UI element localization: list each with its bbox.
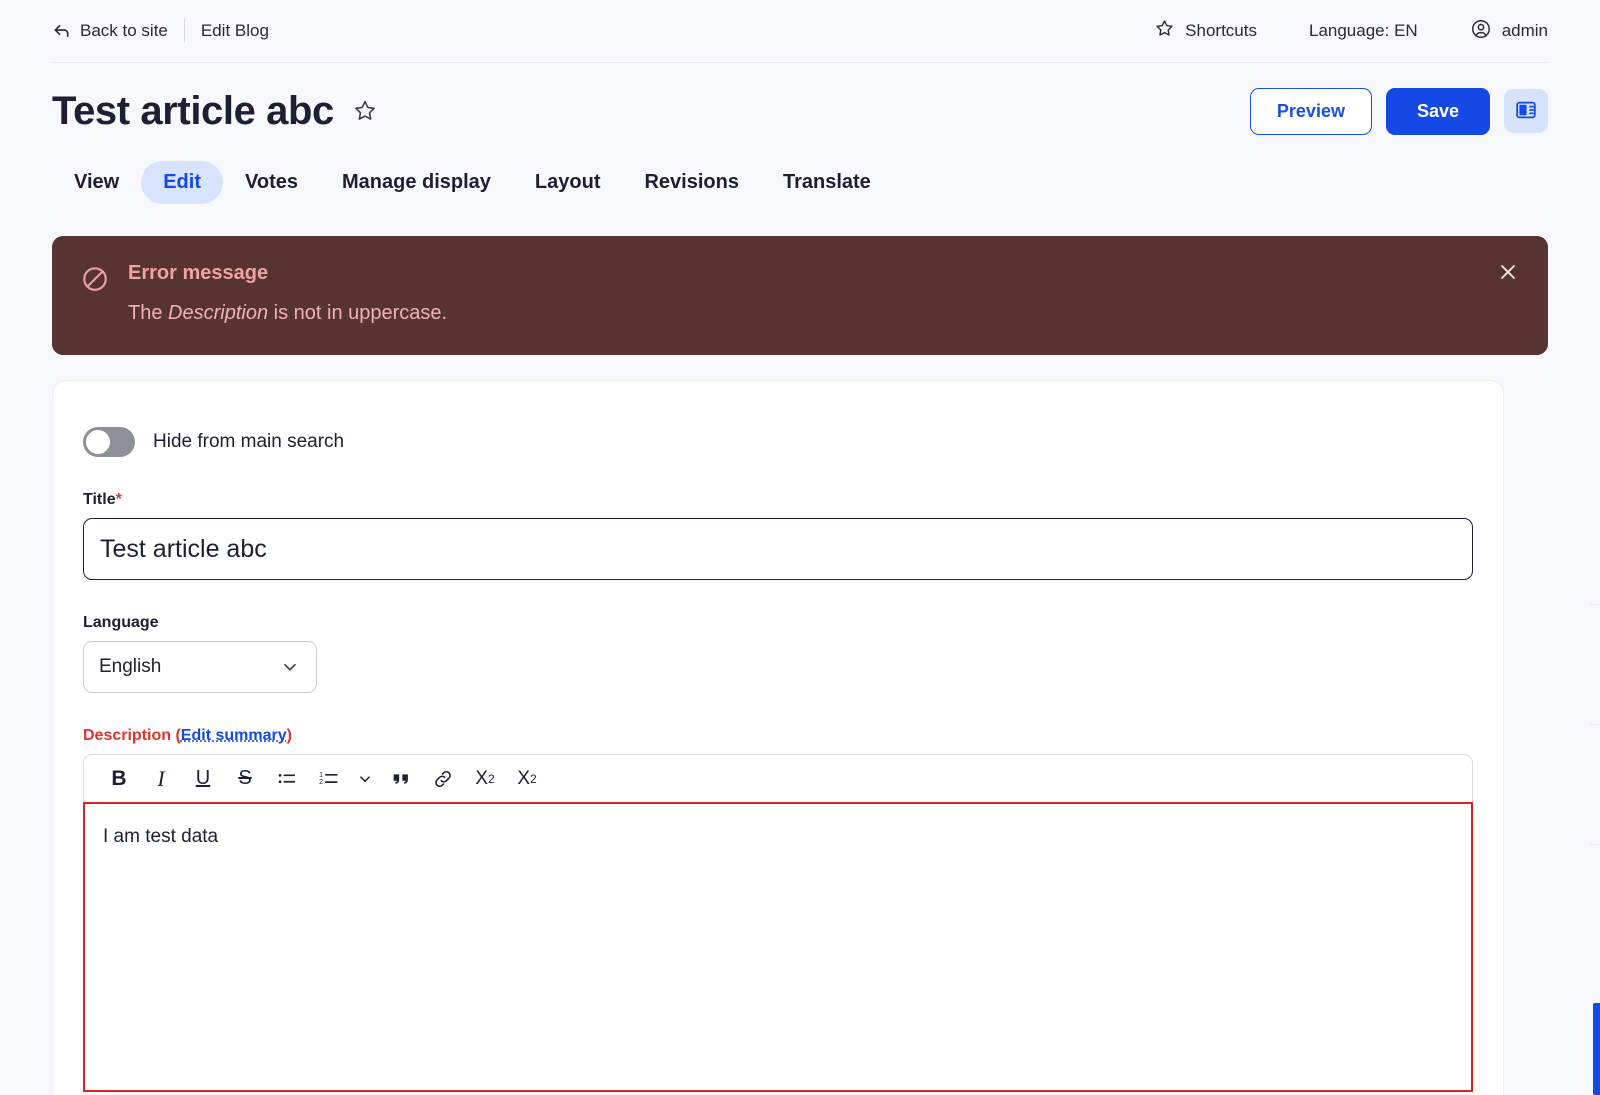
error-text-after: is not in uppercase. (268, 302, 448, 324)
language-selector[interactable]: Language: EN (1279, 21, 1448, 41)
sliver-divider (1590, 604, 1600, 605)
edit-form-card: Hide from main search Title* Language En… (52, 380, 1504, 1095)
tab-revisions[interactable]: Revisions (622, 161, 760, 204)
hide-from-search-row: Hide from main search (83, 427, 1473, 457)
error-title: Error message (128, 262, 269, 284)
title-input[interactable] (83, 518, 1473, 580)
shortcuts-button[interactable]: Shortcuts (1132, 18, 1279, 44)
close-icon (1496, 260, 1520, 289)
svg-text:1: 1 (319, 771, 323, 778)
editor-toolbar: B I U S 1 2 X 2 X 2 (83, 754, 1473, 802)
top-bar-left: Back to site Edit Blog (52, 19, 269, 43)
bulleted-list-icon[interactable] (266, 760, 308, 798)
sliver-divider (1590, 844, 1600, 845)
favorite-star-icon[interactable] (352, 98, 378, 124)
bold-icon[interactable]: B (98, 760, 140, 798)
description-close-paren: ) (286, 727, 292, 744)
title-field: Title* (83, 491, 1473, 580)
tab-view[interactable]: View (52, 161, 141, 204)
user-circle-icon (1470, 18, 1492, 45)
language-field: Language English (83, 614, 1473, 693)
svg-text:2: 2 (319, 779, 323, 786)
page-title: Test article abc (52, 88, 334, 133)
rich-text-editor: B I U S 1 2 X 2 X 2 I am test data (83, 754, 1473, 1092)
error-body: Error message The Description is not in … (128, 262, 447, 325)
title-field-label: Title* (83, 491, 1473, 509)
language-select-wrapper: English (83, 641, 317, 693)
edit-summary-link[interactable]: Edit summary (181, 727, 287, 744)
error-text-emphasis: Description (168, 302, 269, 324)
back-to-site-label: Back to site (80, 21, 168, 40)
description-label-text: Description (83, 727, 172, 744)
header-actions: Preview Save (1249, 87, 1548, 135)
edit-blog-label[interactable]: Edit Blog (185, 21, 269, 41)
header-row: Test article abc Preview Save (52, 78, 1548, 144)
sidebar-panel-icon (1514, 98, 1538, 125)
tab-edit[interactable]: Edit (141, 160, 223, 204)
subscript-icon[interactable]: X2 (464, 760, 506, 798)
language-select-value: English (99, 656, 162, 677)
error-banner: Error message The Description is not in … (52, 236, 1548, 355)
tab-layout[interactable]: Layout (513, 161, 623, 204)
numbered-list-icon[interactable]: 1 2 (308, 760, 350, 798)
user-menu[interactable]: admin (1448, 18, 1548, 45)
description-editor-body[interactable]: I am test data (83, 802, 1473, 1092)
chevron-down-icon (279, 656, 301, 678)
star-icon (1154, 18, 1175, 44)
language-select[interactable]: English (83, 641, 317, 693)
prohibited-icon (80, 264, 110, 299)
error-text-before: The (128, 302, 169, 324)
sidebar-panel-toggle-button[interactable] (1504, 89, 1548, 133)
error-text: The Description is not in uppercase. (128, 302, 447, 325)
error-close-button[interactable] (1494, 260, 1522, 288)
page-root: Back to site Edit Blog Shortcuts Languag… (0, 0, 1600, 1095)
strikethrough-icon[interactable]: S (224, 760, 266, 798)
link-icon[interactable] (422, 760, 464, 798)
title-required-marker: * (115, 491, 122, 508)
sliver-divider (1590, 724, 1600, 725)
description-field: Description (Edit summary) B I U S 1 2 X… (83, 727, 1473, 1092)
tab-manage-display[interactable]: Manage display (320, 161, 513, 204)
back-to-site-link[interactable]: Back to site (52, 21, 184, 41)
user-label: admin (1501, 21, 1548, 40)
back-arrow-icon (52, 22, 71, 41)
tab-votes[interactable]: Votes (223, 161, 320, 204)
superscript-icon[interactable]: X2 (506, 760, 548, 798)
language-field-label: Language (83, 614, 159, 631)
tab-translate[interactable]: Translate (761, 161, 893, 204)
shortcuts-label: Shortcuts (1185, 21, 1257, 40)
top-bar-bottom-divider (52, 62, 1548, 63)
tab-bar: View Edit Votes Manage display Layout Re… (52, 157, 1548, 207)
hide-from-main-search-label: Hide from main search (153, 431, 345, 452)
top-bar-right: Shortcuts Language: EN admin (1132, 18, 1548, 45)
chevron-down-icon[interactable] (350, 760, 380, 798)
sliver-primary-button[interactable] (1593, 1003, 1600, 1095)
description-field-label: Description (Edit summary) (83, 727, 1473, 745)
blockquote-icon[interactable] (380, 760, 422, 798)
top-bar: Back to site Edit Blog Shortcuts Languag… (0, 0, 1600, 62)
hide-from-main-search-toggle[interactable] (83, 427, 135, 457)
underline-icon[interactable]: U (182, 760, 224, 798)
title-label-text: Title (83, 491, 116, 508)
right-side-panel-sliver (1590, 62, 1600, 1095)
italic-icon[interactable]: I (140, 760, 182, 798)
toggle-knob (86, 430, 110, 454)
language-label: Language: EN (1308, 21, 1418, 40)
save-button[interactable]: Save (1385, 87, 1490, 135)
preview-button[interactable]: Preview (1249, 87, 1372, 135)
